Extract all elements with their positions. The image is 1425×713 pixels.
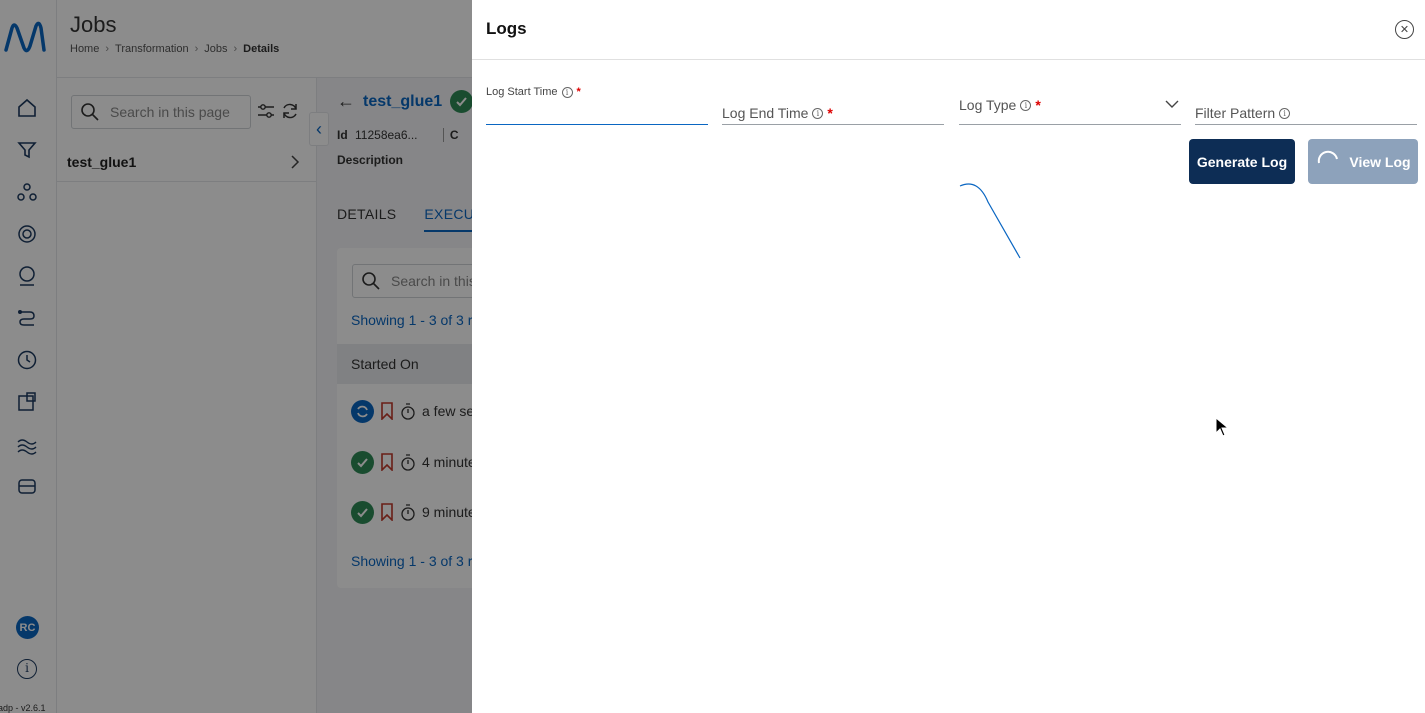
view-log-button[interactable]: View Log [1308, 139, 1418, 184]
filter-pattern-field[interactable]: Filter Pattern i [1195, 80, 1417, 125]
log-end-time-field[interactable]: Log End Time i * [722, 80, 944, 125]
log-start-time-field[interactable]: Log Start Time i * [486, 80, 708, 125]
required-mark: * [576, 86, 581, 98]
log-type-label-text: Log Type [959, 97, 1017, 113]
info-icon[interactable]: i [561, 86, 573, 98]
info-icon[interactable]: i [812, 107, 824, 119]
log-end-time-label-text: Log End Time [722, 105, 809, 121]
loading-arc-icon [959, 183, 1021, 259]
required-mark: * [1035, 97, 1041, 113]
view-log-label: View Log [1349, 153, 1411, 170]
drawer-header: Logs ✕ [472, 0, 1425, 60]
log-start-time-label: Log Start Time i * [486, 86, 581, 98]
info-icon[interactable]: i [1279, 107, 1291, 119]
log-end-time-label: Log End Time i * [722, 105, 833, 121]
logs-drawer: Logs ✕ Log Start Time i * Log End Time i… [472, 0, 1425, 713]
log-type-label: Log Type i * [959, 97, 1041, 113]
chevron-down-icon[interactable] [1165, 99, 1179, 109]
drawer-title: Logs [486, 19, 527, 38]
filter-pattern-label: Filter Pattern i [1195, 105, 1291, 121]
required-mark: * [827, 105, 833, 121]
log-type-select[interactable]: Log Type i * [959, 80, 1181, 125]
info-icon[interactable]: i [1020, 99, 1032, 111]
log-start-time-label-text: Log Start Time [486, 86, 558, 98]
loading-spinner-icon [1318, 150, 1339, 163]
generate-log-button[interactable]: Generate Log [1189, 139, 1295, 184]
close-icon[interactable]: ✕ [1395, 20, 1414, 39]
filter-pattern-label-text: Filter Pattern [1195, 105, 1276, 121]
mouse-cursor-icon [1215, 417, 1229, 437]
modal-backdrop[interactable] [0, 0, 472, 713]
